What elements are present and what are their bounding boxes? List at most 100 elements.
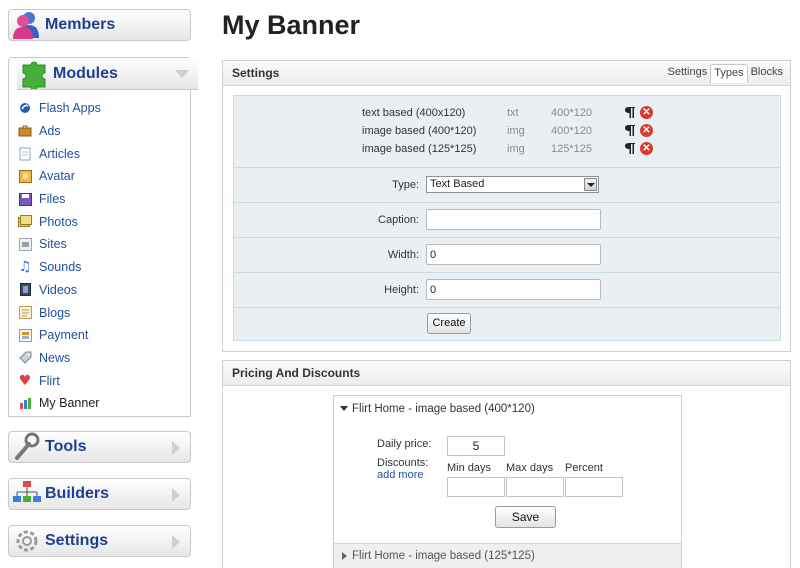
sidebar-item-label: Avatar [39,169,75,184]
delete-icon[interactable]: ✕ [640,106,653,119]
pricing-panel-title: Pricing And Discounts [232,366,361,380]
height-row: Height: [234,273,780,308]
daily-price-label: Daily price: [377,438,432,450]
type-name: image based (125*125) [362,143,477,155]
width-label: Width: [387,249,419,261]
daily-price-input[interactable] [447,436,505,456]
width-row: Width: [234,238,780,273]
type-kind: img [507,125,525,137]
type-kind: txt [507,107,519,119]
percent-input[interactable] [565,477,623,497]
type-name: image based (400*120) [362,125,477,137]
sidebar-item-label: Blogs [39,305,71,320]
caption-input[interactable] [426,209,601,230]
chevron-right-icon [172,535,180,549]
type-row-field: Type: Text Based [234,168,780,203]
max-days-input[interactable] [506,477,564,497]
create-button[interactable]: Create [427,313,471,334]
min-days-header: Min days [447,462,492,474]
members-header[interactable]: Members [8,9,191,41]
chevron-down-icon [175,70,189,78]
tab-types[interactable]: Types [710,64,748,83]
type-size: 125*125 [551,143,592,155]
settings-header[interactable]: Settings [8,525,191,557]
sidebar-item-news[interactable]: News [9,347,190,370]
tag-icon [18,351,32,365]
height-input[interactable] [426,279,601,300]
type-name: text based (400x120) [362,107,466,119]
types-list: text based (400x120) txt 400*120 ✕ image… [234,96,780,168]
tab-blocks[interactable]: Blocks [748,64,786,83]
sidebar-item-label: Ads [39,124,61,139]
settings-label: Settings [45,532,109,549]
type-size: 400*120 [551,125,592,137]
sidebar-item-avatar[interactable]: Avatar [9,165,190,188]
triangle-down-icon [340,406,348,411]
type-label: Type: [392,179,419,191]
sidebar-item-ads[interactable]: Ads [9,120,190,143]
sidebar-item-flirt[interactable]: ♥ Flirt [9,369,190,392]
sidebar-item-sounds[interactable]: ♫ Sounds [9,256,190,279]
sites-icon [18,237,32,251]
sidebar-item-flash-apps[interactable]: Flash Apps [9,97,190,120]
modules-header[interactable]: Modules [17,58,198,90]
sidebar-item-label: Videos [39,282,77,297]
pilcrow-icon[interactable] [624,124,636,137]
sidebar-item-my-banner[interactable]: My Banner [9,392,190,415]
delete-icon[interactable]: ✕ [640,142,653,155]
tools-header[interactable]: Tools [8,431,191,463]
modules-list: Flash Apps Ads Articles Avatar Files Pho… [9,90,190,415]
pricing-panel-header: Pricing And Discounts [223,361,790,386]
bar-chart-icon [18,396,32,410]
max-days-header: Max days [506,462,554,474]
pricing-item-title: Flirt Home - image based (400*120) [352,403,535,415]
settings-panel-title: Settings [232,66,280,80]
pricing-panel: Pricing And Discounts Flirt Home - image… [222,360,791,568]
chevron-down-icon[interactable] [584,178,597,191]
type-select[interactable]: Text Based [426,176,599,193]
caption-label: Caption: [378,214,419,226]
save-button[interactable]: Save [495,506,556,528]
width-input[interactable] [426,244,601,265]
settings-panel-header: Settings Settings Types Blocks [223,61,790,86]
sidebar-item-photos[interactable]: Photos [9,210,190,233]
pricing-box: Flirt Home - image based (400*120) Daily… [333,395,682,568]
sidebar-item-sites[interactable]: Sites [9,233,190,256]
type-row: text based (400x120) txt 400*120 ✕ [234,105,780,123]
sidebar-item-label: Files [39,192,66,207]
pricing-item-collapsed[interactable]: Flirt Home - image based (125*125) [334,543,681,568]
members-icon [11,10,43,40]
pricing-item-expanded[interactable]: Flirt Home - image based (400*120) [334,396,681,422]
types-box: text based (400x120) txt 400*120 ✕ image… [233,95,781,341]
chevron-right-icon [172,441,180,455]
tab-settings[interactable]: Settings [664,64,710,83]
sidebar-item-label: News [39,350,71,365]
panel-tabs: Settings Types Blocks [664,64,786,83]
min-days-input[interactable] [447,477,505,497]
members-label: Members [45,16,116,33]
add-more-link[interactable]: add more [377,469,423,481]
music-note-icon: ♫ [18,259,32,276]
pilcrow-icon[interactable] [624,106,636,119]
sidebar-item-articles[interactable]: Articles [9,142,190,165]
sidebar-item-label: Sounds [39,260,82,275]
sidebar-item-payment[interactable]: Payment [9,324,190,347]
height-label: Height: [384,284,419,296]
sidebar-item-blogs[interactable]: Blogs [9,301,190,324]
sidebar-item-label: Photos [39,214,78,229]
builders-header[interactable]: Builders [8,478,191,510]
percent-header: Percent [565,462,603,474]
blog-icon [18,306,32,320]
flash-icon [18,101,32,115]
caption-row: Caption: [234,203,780,238]
sitemap-icon [11,479,43,509]
sidebar-item-files[interactable]: Files [9,188,190,211]
heart-icon: ♥ [18,372,32,389]
document-icon [18,147,32,161]
pricing-item-title: Flirt Home - image based (125*125) [352,550,535,562]
sidebar-item-videos[interactable]: Videos [9,279,190,302]
sidebar-item-label: Sites [39,237,67,252]
pilcrow-icon[interactable] [624,142,636,155]
settings-panel: Settings Settings Types Blocks text base… [222,60,791,352]
delete-icon[interactable]: ✕ [640,124,653,137]
